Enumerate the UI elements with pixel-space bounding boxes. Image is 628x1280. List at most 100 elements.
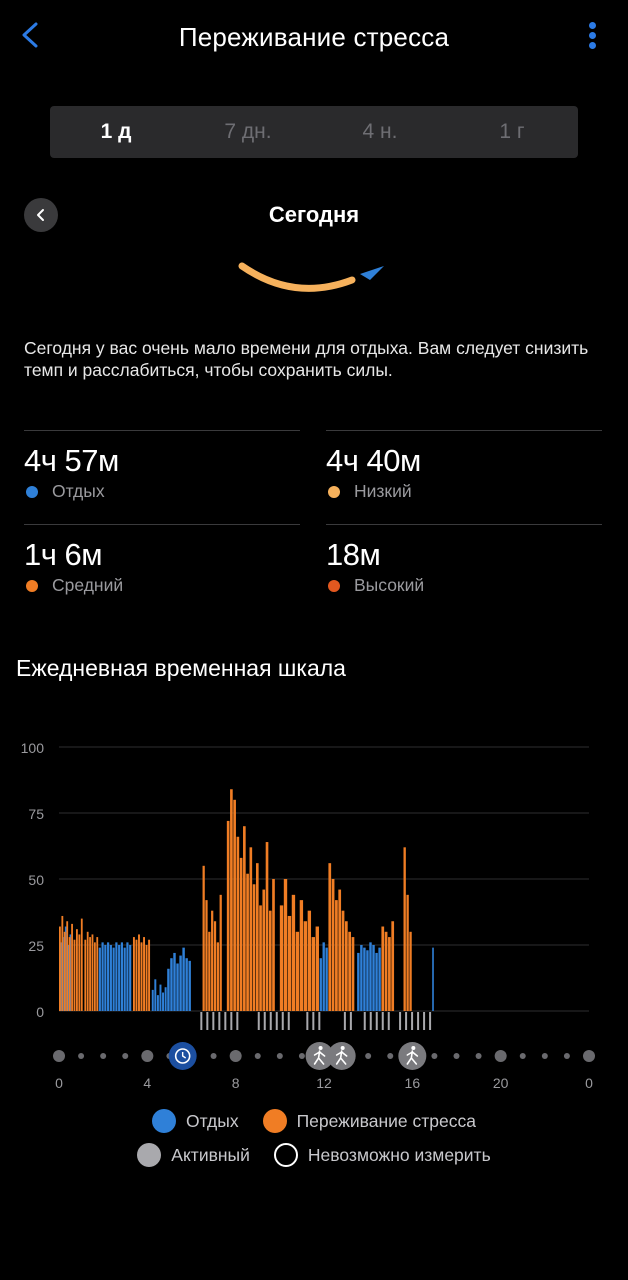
walker-head [340,1046,345,1050]
timeline-dot [53,1050,65,1062]
active-tick [399,1012,402,1030]
rest-bar [123,947,126,1011]
stress-bar [73,939,76,1011]
active-tick [306,1012,309,1030]
timeline-dot [229,1050,242,1062]
menu-dot-icon [588,32,596,39]
walker-head [411,1046,416,1050]
timeline-dot [78,1053,85,1059]
active-tick [218,1012,221,1030]
active-tick [417,1012,420,1030]
stress-timeline-chart[interactable]: 100 75 50 25 0 0 4 8 12 16 20 0 [0,720,628,1100]
rest-bar [179,955,182,1011]
stress-gauge-arc [238,262,384,292]
y-tick-label: 50 [28,872,44,888]
timeline-title: Ежедневная временная шкала [16,655,346,681]
stress-bar [283,879,288,1011]
stress-bar [145,945,148,1011]
rest-bar [360,945,363,1011]
stress-bar [143,937,145,1011]
rest-bar [104,945,107,1011]
y-tick-label: 100 [21,740,45,756]
active-tick [363,1012,366,1030]
timeline-dot [494,1050,507,1062]
timeline-dot [583,1050,595,1062]
legend-item-rest: Отдых [152,1109,239,1133]
rest-bar [363,947,366,1011]
rest-bar [357,952,360,1011]
stress-bar [384,931,388,1011]
menu-dot-icon [588,42,596,49]
stress-bar [59,926,61,1011]
rest-bar [107,942,110,1011]
low-color-dot-icon [328,485,340,498]
rest-bar [167,968,170,1011]
legend-item-stress: Переживание стресса [262,1109,476,1133]
y-tick-label: 25 [28,938,44,954]
stress-swatch-icon [262,1109,287,1133]
timeline-dot [541,1053,548,1059]
menu-dot-icon [588,22,596,29]
rest-bar [188,960,191,1011]
stress-bar [239,857,243,1011]
rest-bar [129,945,132,1011]
stress-bar [328,863,332,1011]
timeline-dot [210,1053,217,1059]
active-tick [236,1012,239,1030]
rest-bar [159,984,162,1011]
app-header: Переживание стресса [0,0,628,76]
tab-4-weeks[interactable]: 4 н. [314,106,446,158]
timeline-dot [254,1053,261,1059]
active-tick [224,1012,227,1030]
active-swatch-icon [137,1143,162,1167]
stress-bar [252,884,256,1011]
stress-bar [68,937,71,1011]
stress-bar [71,923,73,1011]
stat-label: Отдых [52,481,105,501]
active-tick [369,1012,372,1030]
stress-bar [291,894,296,1011]
rest-bar [115,942,118,1011]
stress-bar [78,934,81,1011]
active-tick [206,1012,209,1030]
more-menu-button[interactable] [586,22,598,52]
active-tick [257,1012,260,1030]
stress-bar [233,799,236,1011]
rest-bar [118,945,121,1011]
active-tick [349,1012,352,1030]
stat-label: Высокий [354,575,425,595]
stat-value: 4ч 57м [24,443,119,478]
stat-label-row: Отдых [24,481,300,502]
stress-bar [388,937,391,1011]
x-tick-label: 0 [585,1075,593,1091]
active-tick [405,1012,408,1030]
stress-bar [299,900,304,1011]
stress-bar [243,826,246,1011]
active-tick [275,1012,278,1030]
stat-value: 4ч 40м [326,443,421,478]
stress-bar [315,926,319,1011]
stress-bar [341,910,345,1011]
chart-legend: Отдых Переживание стресса Активный Невоз… [0,1104,628,1172]
stress-bar [140,942,143,1011]
legend-row: Активный Невозможно измерить [0,1138,628,1172]
tab-7-days[interactable]: 7 дн. [182,106,314,158]
x-tick-label: 0 [55,1075,63,1091]
timeline-dot [298,1053,305,1059]
tab-1-year[interactable]: 1 г [446,106,578,158]
high-color-dot-icon [328,579,340,592]
active-tick [269,1012,272,1030]
stress-bar [311,937,316,1011]
tab-1-day[interactable]: 1 д [50,106,182,158]
rest-bar [126,942,129,1011]
rest-bar [151,989,154,1011]
stress-bar [208,931,211,1011]
rest-bar [372,945,375,1011]
rest-bar [319,958,322,1011]
rest-bar [101,942,104,1011]
timeline-dot [276,1053,283,1059]
stat-label-row: Средний [24,575,300,596]
stress-bar [66,921,69,1011]
active-tick [429,1012,432,1030]
rest-bar [156,995,159,1011]
